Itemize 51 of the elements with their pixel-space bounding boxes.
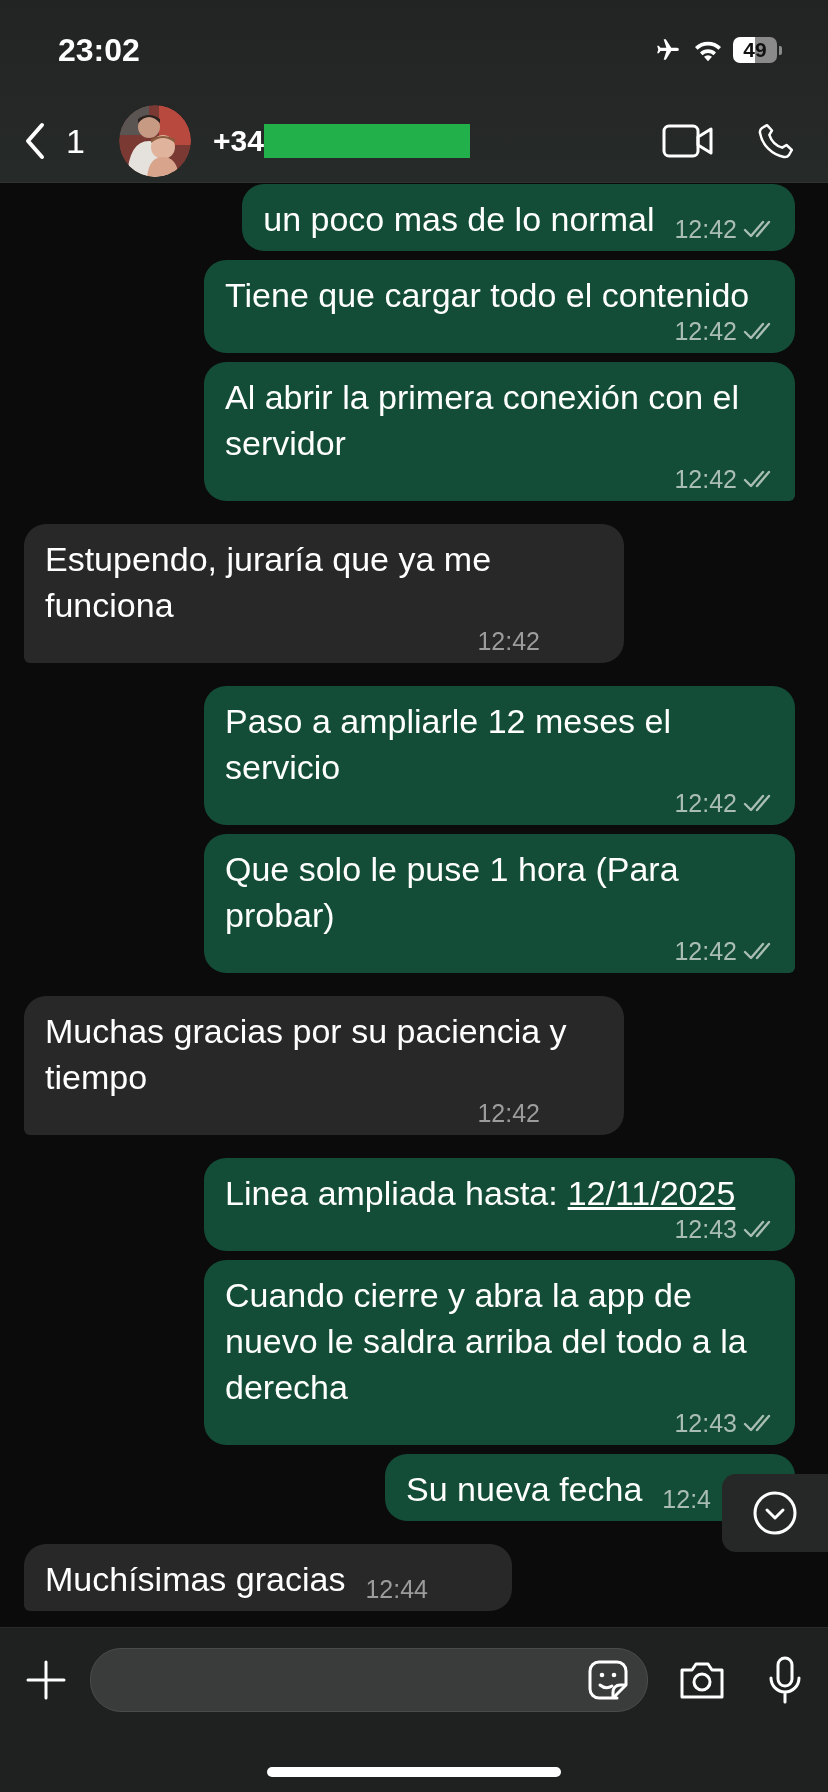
message-time: 12:42: [674, 318, 737, 344]
message-text: Estupendo, juraría que ya me funciona: [45, 539, 493, 626]
message-text: Que solo le puse 1 hora (Para probar): [225, 849, 680, 936]
message-text: Su nueva fecha: [406, 1469, 643, 1510]
message-time: 12:42: [674, 790, 737, 816]
message-time: 12:43: [674, 1410, 737, 1436]
add-button[interactable]: [26, 1660, 66, 1700]
message-bubble[interactable]: Paso a ampliarle 12 meses el servicio 12:42: [204, 686, 795, 825]
message-text: Linea ampliada hasta: 12/11/2025: [225, 1173, 736, 1214]
message-bubble[interactable]: Muchísimas gracias 12:44: [24, 1544, 512, 1611]
message-bubble[interactable]: Tiene que cargar todo el contenido 12:42: [204, 260, 795, 353]
scroll-down-button[interactable]: [722, 1474, 828, 1552]
phone-icon: [756, 121, 796, 161]
message-bubble[interactable]: Al abrir la primera conexión con el servidor 12:42: [204, 362, 795, 501]
message-time: 12:44: [365, 1576, 428, 1602]
message-time: 12:42: [674, 216, 737, 242]
back-button[interactable]: 1: [24, 121, 85, 161]
message-input-field[interactable]: [90, 1648, 648, 1712]
date-link[interactable]: 12/11/2025: [567, 1174, 736, 1212]
camera-icon: [678, 1660, 726, 1700]
camera-button[interactable]: [678, 1660, 726, 1700]
message-text: Muchísimas gracias: [45, 1559, 346, 1600]
chevron-down-icon: [753, 1491, 797, 1535]
phone-call-button[interactable]: [756, 121, 796, 161]
microphone-button[interactable]: [768, 1656, 802, 1704]
chevron-left-icon: [24, 121, 46, 161]
plus-icon: [26, 1660, 66, 1700]
message-text: Tiene que cargar todo el contenido: [225, 275, 750, 316]
message-time: 12:42: [477, 628, 540, 654]
message-text: Al abrir la primera conexión con el servidor: [225, 377, 741, 464]
message-bubble[interactable]: Estupendo, juraría que ya me funciona 12:42: [24, 524, 624, 663]
message-text: Cuando cierre y abra la app de nuevo le saldra arriba del todo a la derecha: [225, 1275, 748, 1408]
message-time: 12:43: [674, 1216, 737, 1242]
message-text: un poco mas de lo normal: [263, 199, 655, 240]
contact-name[interactable]: +34: [212, 124, 264, 158]
message-time: 12:42: [477, 1100, 540, 1126]
message-text: Paso a ampliarle 12 meses el servicio: [225, 701, 672, 788]
video-camera-icon: [662, 123, 714, 159]
message-bubble[interactable]: Que solo le puse 1 hora (Para probar) 12:42: [204, 834, 795, 973]
message-time: 12:42: [674, 466, 737, 492]
message-bubble[interactable]: Muchas gracias por su paciencia y tiempo 12:42: [24, 996, 624, 1135]
message-time: 12:4: [662, 1486, 711, 1512]
video-call-button[interactable]: [662, 123, 714, 159]
status-time: 23:02: [58, 31, 140, 69]
microphone-icon: [768, 1656, 802, 1704]
message-bubble[interactable]: un poco mas de lo normal 12:42: [242, 184, 795, 251]
message-text: Muchas gracias por su paciencia y tiempo: [45, 1011, 568, 1098]
message-time: 12:42: [674, 938, 737, 964]
message-bubble[interactable]: Cuando cierre y abra la app de nuevo le saldra arriba del todo a la derecha 12:43: [204, 1260, 795, 1445]
message-bubble[interactable]: Linea ampliada hasta: 12/11/2025 12:43: [204, 1158, 795, 1251]
sticker-icon[interactable]: [587, 1659, 629, 1701]
